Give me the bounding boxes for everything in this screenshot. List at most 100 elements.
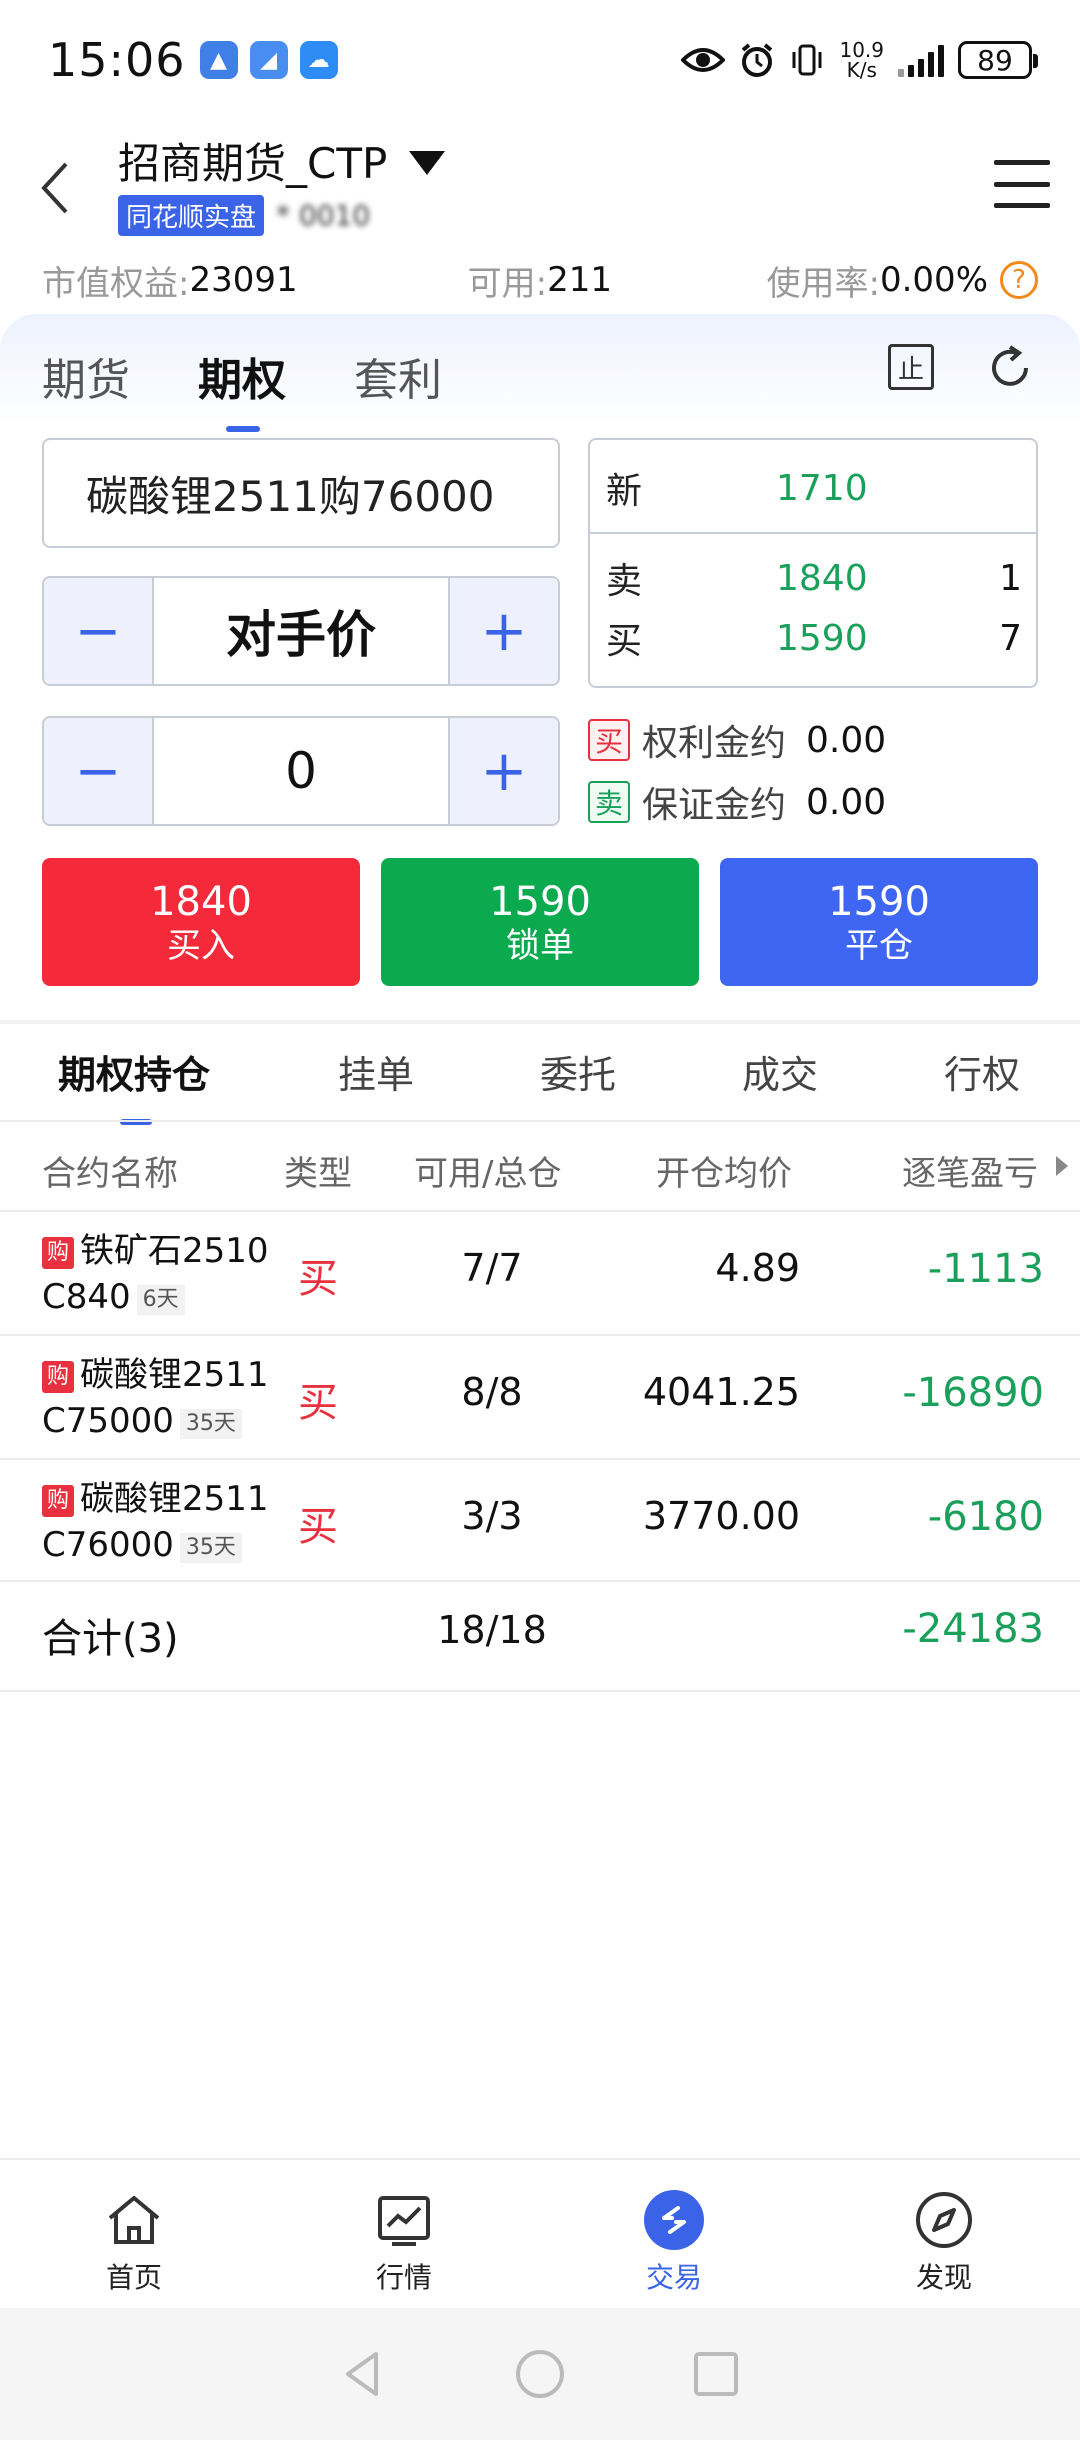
sell-tag: 卖	[588, 781, 630, 823]
nav-discover[interactable]: 发现	[884, 2188, 1004, 2296]
tab-arbitrage[interactable]: 套利	[354, 344, 442, 408]
stock-app-icon: ▲	[199, 41, 238, 79]
bottom-nav: 首页 行情 交易 发现	[0, 2158, 1080, 2308]
call-tag: 购	[42, 1237, 74, 1269]
ask-row[interactable]: 卖 1840 1	[606, 552, 1022, 604]
last-price-row: 新 1710	[606, 462, 1022, 514]
battery-level: 89	[977, 43, 1013, 77]
system-recents-icon[interactable]	[688, 2346, 744, 2402]
compass-icon	[916, 2192, 972, 2248]
position-tabs: 期权持仓 挂单 委托 成交 行权	[0, 1024, 1080, 1125]
nav-home[interactable]: 首页	[74, 2188, 194, 2296]
nav-market[interactable]: 行情	[344, 2188, 464, 2296]
account-selector[interactable]: 招商期货_CTP 同花顺实盘 * 0010	[118, 130, 446, 236]
total-row: 合计(3) 18/18 -24183	[0, 1582, 1080, 1688]
home-icon	[108, 2196, 160, 2244]
eye-icon	[681, 48, 726, 72]
vibrate-icon	[792, 44, 822, 76]
tab-futures[interactable]: 期货	[42, 344, 130, 408]
lock-button[interactable]: 1590 锁单	[381, 858, 699, 986]
market-value-amount: 23091	[189, 260, 298, 300]
bid-row[interactable]: 买 1590 7	[606, 612, 1022, 664]
buy-button[interactable]: 1840 买入	[42, 858, 360, 986]
signal-icon	[898, 43, 944, 77]
nav-home-label: 首页	[105, 2261, 162, 2294]
menu-icon[interactable]	[994, 160, 1050, 208]
ask-price: 1840	[776, 557, 868, 599]
trade-icon	[644, 2190, 704, 2250]
buy-price: 1840	[150, 878, 252, 925]
bid-price: 1590	[776, 617, 868, 659]
ask-volume: 1	[999, 557, 1022, 599]
net-speed-value: 10.9	[839, 38, 884, 62]
call-tag: 购	[42, 1485, 74, 1517]
nav-trade[interactable]: 交易	[614, 2188, 734, 2296]
header: 招商期货_CTP 同花顺实盘 * 0010	[0, 120, 1080, 250]
days-badge: 35天	[179, 1533, 242, 1563]
premium-value: 0.00	[806, 719, 887, 761]
market-value: 市值权益: 23091	[42, 256, 298, 305]
refresh-icon[interactable]	[986, 344, 1034, 392]
position-type: 买	[298, 1504, 338, 1550]
tab-trades[interactable]: 成交	[742, 1044, 818, 1099]
price-increase-button[interactable]: +	[448, 578, 558, 684]
last-label: 新	[606, 471, 643, 512]
lock-price: 1590	[489, 878, 591, 925]
contract-line2: C840	[42, 1277, 131, 1317]
quantity-increase-button[interactable]: +	[448, 718, 558, 824]
help-icon[interactable]: ?	[1000, 261, 1038, 299]
quote-divider	[590, 532, 1036, 534]
contract-input[interactable]: 碳酸锂2511购76000	[42, 438, 560, 548]
alarm-icon	[742, 43, 773, 77]
dropdown-caret-icon[interactable]	[409, 150, 446, 175]
scroll-right-icon[interactable]	[1056, 1156, 1068, 1176]
tab-options[interactable]: 期权	[198, 344, 286, 432]
price-decrease-button[interactable]: −	[44, 578, 154, 684]
days-badge: 35天	[179, 1409, 242, 1439]
close-position-button[interactable]: 1590 平仓	[720, 858, 1038, 986]
price-mode-value[interactable]: 对手价	[154, 578, 448, 684]
quantity-stepper: − 0 +	[42, 716, 560, 826]
table-header: 合约名称 类型 可用/总仓 开仓均价 逐笔盈亏	[0, 1122, 1080, 1212]
tab-exercise[interactable]: 行权	[944, 1044, 1020, 1099]
table-row[interactable]: 购碳酸锂2511 C75000 35天 买 8/8 4041.25 -16890	[0, 1336, 1080, 1458]
position-type: 买	[298, 1256, 338, 1302]
quantity-input[interactable]: 0	[154, 718, 448, 824]
system-back-icon[interactable]	[336, 2346, 392, 2402]
table-row[interactable]: 购碳酸锂2511 C76000 35天 买 3/3 3770.00 -6180	[0, 1460, 1080, 1582]
buy-tag: 买	[588, 719, 630, 761]
total-label: 合计(3)	[42, 1616, 179, 1662]
chart-app-icon: ◢	[249, 41, 288, 79]
quantity-decrease-button[interactable]: −	[44, 718, 154, 824]
tab-option-positions[interactable]: 期权持仓	[58, 1044, 210, 1125]
lock-label: 锁单	[506, 925, 574, 966]
contract-line2: C76000	[42, 1525, 174, 1565]
contract-line2: C75000	[42, 1401, 174, 1441]
bid-volume: 7	[999, 617, 1022, 659]
usage-rate: 使用率: 0.00% ?	[767, 256, 1038, 305]
available-funds: 可用: 211	[468, 256, 612, 305]
trade-panel: 期货 期权 套利 止 碳酸锂2511购76000 − 对手价 + − 0 + 新…	[0, 314, 1080, 1014]
tab-orders[interactable]: 委托	[540, 1044, 616, 1099]
contract-line1: 铁矿石2510	[80, 1231, 269, 1271]
header-pnl[interactable]: 逐笔盈亏	[902, 1146, 1038, 1195]
nav-trade-label: 交易	[645, 2261, 702, 2294]
table-row[interactable]: 购铁矿石2510 C840 6天 买 7/7 4.89 -1113	[0, 1212, 1080, 1334]
back-icon[interactable]	[36, 158, 76, 218]
usage-label: 使用率:	[766, 263, 880, 304]
weather-app-icon: ☁	[299, 41, 338, 79]
trade-pnl: -6180	[927, 1494, 1044, 1540]
tab-pending-orders[interactable]: 挂单	[338, 1044, 414, 1099]
nav-discover-label: 发现	[915, 2261, 972, 2294]
stop-order-icon[interactable]: 止	[888, 344, 934, 390]
system-home-icon[interactable]	[512, 2346, 568, 2402]
contract-name: 购碳酸锂2511 C75000 35天	[42, 1352, 269, 1444]
header-contract: 合约名称	[42, 1154, 178, 1194]
quote-panel: 新 1710 卖 1840 1 买 1590 7	[588, 438, 1038, 688]
avg-open-price: 4041.25	[642, 1370, 800, 1414]
account-badge: 同花顺实盘	[118, 195, 265, 236]
trade-type-tabs: 期货 期权 套利	[42, 344, 442, 432]
contract-name: 购碳酸锂2511 C76000 35天	[42, 1476, 269, 1568]
call-tag: 购	[42, 1361, 74, 1393]
available-total: 3/3	[461, 1494, 523, 1538]
